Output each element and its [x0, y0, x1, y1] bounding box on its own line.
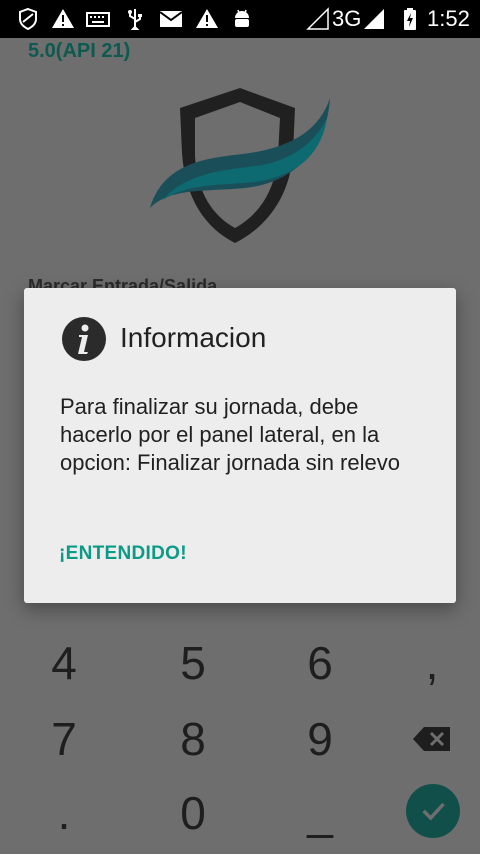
key-7[interactable]: 7	[14, 704, 114, 774]
shield-icon	[19, 7, 37, 31]
version-label: 5.0(API 21)	[28, 40, 131, 62]
key-underscore[interactable]: _	[270, 778, 370, 848]
key-dot[interactable]: .	[14, 778, 114, 848]
check-icon	[422, 802, 445, 821]
key-comma[interactable]: ,	[382, 628, 480, 698]
clock: 1:52	[427, 6, 470, 31]
warning-icon	[52, 9, 74, 28]
status-bar: 3G 1:52	[0, 0, 480, 38]
backspace-icon	[413, 727, 450, 751]
numeric-keypad: 4 5 6 , 7 8 9 . 0 _	[0, 628, 480, 854]
android-icon	[235, 9, 249, 27]
confirm-button[interactable]	[406, 784, 460, 838]
mail-icon	[159, 11, 183, 27]
signal-icon	[364, 9, 384, 29]
key-6[interactable]: 6	[270, 628, 370, 698]
dialog-title: Informacion	[120, 322, 267, 353]
app-logo	[150, 88, 330, 243]
key-9[interactable]: 9	[270, 704, 370, 774]
key-0[interactable]: 0	[143, 778, 243, 848]
keyboard-icon	[86, 12, 110, 27]
understood-button[interactable]: ¡ENTENDIDO!	[59, 543, 187, 565]
dialog-message: Para finalizar su jornada, debe hacerlo …	[60, 394, 400, 475]
delete-key[interactable]	[382, 704, 480, 774]
warning-icon	[196, 9, 218, 28]
key-5[interactable]: 5	[143, 628, 243, 698]
info-dialog: Informacion Para finalizar su jornada, d…	[24, 288, 456, 603]
usb-icon	[128, 9, 142, 30]
key-4[interactable]: 4	[14, 628, 114, 698]
key-8[interactable]: 8	[143, 704, 243, 774]
network-type: 3G	[332, 6, 362, 31]
info-icon	[62, 317, 106, 361]
battery-charging-icon	[404, 8, 416, 30]
signal-empty-icon	[306, 7, 329, 30]
